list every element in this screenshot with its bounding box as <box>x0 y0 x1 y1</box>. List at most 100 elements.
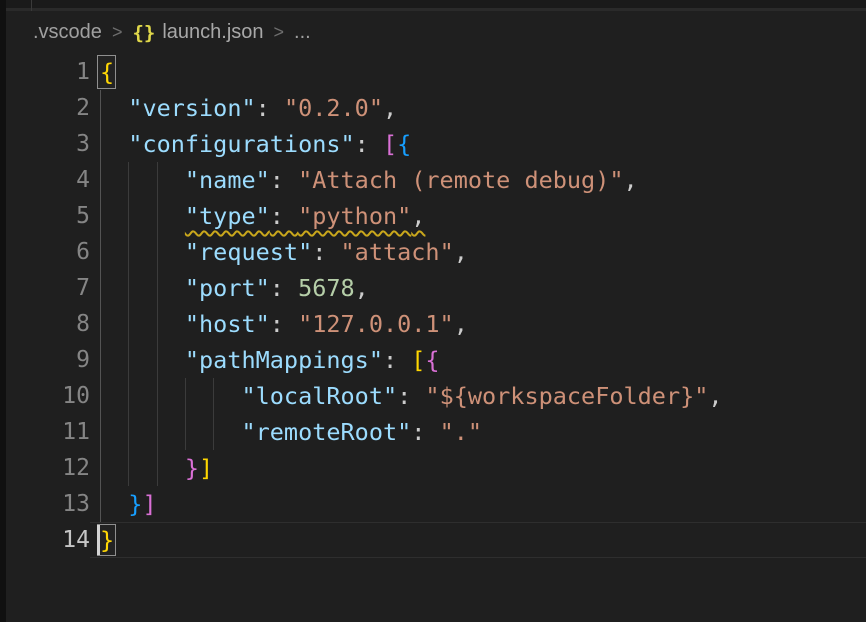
code-token: , <box>708 382 722 410</box>
code-token: 5678 <box>298 274 355 302</box>
indent-guide <box>157 342 158 378</box>
code-line-content: "pathMappings": [{ <box>90 342 866 378</box>
window-left-edge <box>0 0 6 622</box>
code-token: } <box>128 490 142 518</box>
code-token <box>100 490 128 518</box>
code-token: "Attach (remote debug)" <box>298 166 623 194</box>
code-line-content: }] <box>90 450 866 486</box>
code-token: "version" <box>128 94 255 122</box>
code-token: [ <box>411 346 425 374</box>
code-token: ] <box>199 454 213 482</box>
code-token: , <box>411 202 425 230</box>
indent-guide <box>100 198 101 234</box>
code-token: "localRoot" <box>241 382 397 410</box>
code-line[interactable]: 8 "host": "127.0.0.1", <box>6 306 866 342</box>
code-token: "host" <box>185 310 270 338</box>
code-line[interactable]: 9 "pathMappings": [{ <box>6 342 866 378</box>
text-cursor <box>97 525 100 555</box>
code-line[interactable]: 6 "request": "attach", <box>6 234 866 270</box>
indent-guide <box>185 414 186 450</box>
code-token: } <box>185 454 199 482</box>
indent-guide <box>100 342 101 378</box>
line-number[interactable]: 13 <box>6 486 90 522</box>
line-number[interactable]: 8 <box>6 306 90 342</box>
code-token: : <box>312 238 340 266</box>
code-token: ] <box>142 490 156 518</box>
code-line-content: "name": "Attach (remote debug)", <box>90 162 866 198</box>
code-token <box>100 202 185 230</box>
code-token: : <box>270 310 298 338</box>
indent-guide <box>128 450 129 486</box>
code-token: "${workspaceFolder}" <box>425 382 708 410</box>
line-number[interactable]: 7 <box>6 270 90 306</box>
breadcrumb-folder[interactable]: .vscode <box>33 21 102 44</box>
indent-guide <box>213 378 214 414</box>
code-token: "type" <box>185 202 270 230</box>
indent-guide <box>157 306 158 342</box>
code-token: [ <box>383 130 397 158</box>
json-file-icon: {} <box>132 22 155 44</box>
line-number[interactable]: 4 <box>6 162 90 198</box>
line-number[interactable]: 9 <box>6 342 90 378</box>
line-number[interactable]: 2 <box>6 90 90 126</box>
breadcrumb-file[interactable]: {} launch.json <box>132 21 263 44</box>
code-line[interactable]: 14} <box>6 522 866 558</box>
line-number[interactable]: 1 <box>6 54 90 90</box>
code-line-content: } <box>90 522 866 558</box>
code-line[interactable]: 11 "remoteRoot": "." <box>6 414 866 450</box>
indent-guide <box>157 378 158 414</box>
indent-guide <box>100 126 101 162</box>
line-number[interactable]: 3 <box>6 126 90 162</box>
tab-bar-edge <box>0 0 866 11</box>
code-line-content: "type": "python", <box>90 198 866 234</box>
chevron-right-icon: > <box>112 22 123 43</box>
breadcrumb-file-label: launch.json <box>162 21 263 44</box>
code-token <box>100 274 185 302</box>
code-token: "remoteRoot" <box>241 418 411 446</box>
breadcrumb-symbol-more[interactable]: ... <box>294 21 311 44</box>
line-number[interactable]: 12 <box>6 450 90 486</box>
code-line[interactable]: 10 "localRoot": "${workspaceFolder}", <box>6 378 866 414</box>
line-number[interactable]: 6 <box>6 234 90 270</box>
code-line[interactable]: 4 "name": "Attach (remote debug)", <box>6 162 866 198</box>
line-number[interactable]: 14 <box>6 522 90 558</box>
code-line-content: "port": 5678, <box>90 270 866 306</box>
code-token <box>100 418 241 446</box>
indent-guide <box>157 162 158 198</box>
code-line[interactable]: 12 }] <box>6 450 866 486</box>
code-token: , <box>383 94 397 122</box>
code-line-content: "version": "0.2.0", <box>90 90 866 126</box>
indent-guide <box>128 198 129 234</box>
code-token: : <box>256 94 284 122</box>
code-token <box>100 166 185 194</box>
code-token: "request" <box>185 238 312 266</box>
code-token: , <box>624 166 638 194</box>
indent-guide <box>128 414 129 450</box>
indent-guide <box>100 486 101 522</box>
code-token: "0.2.0" <box>284 94 383 122</box>
code-line[interactable]: 3 "configurations": [{ <box>6 126 866 162</box>
code-line[interactable]: 2 "version": "0.2.0", <box>6 90 866 126</box>
indent-guide <box>100 306 101 342</box>
code-token: { <box>425 346 439 374</box>
bracket-match: { <box>100 54 114 90</box>
indent-guide <box>213 414 214 450</box>
code-token <box>100 346 185 374</box>
indent-guide <box>157 450 158 486</box>
indent-guide <box>157 270 158 306</box>
line-number[interactable]: 11 <box>6 414 90 450</box>
code-line[interactable]: 5 "type": "python", <box>6 198 866 234</box>
code-token: "name" <box>185 166 270 194</box>
code-line-content: "localRoot": "${workspaceFolder}", <box>90 378 866 414</box>
breadcrumb: .vscode > {} launch.json > ... <box>0 11 866 54</box>
code-line[interactable]: 1{ <box>6 54 866 90</box>
code-token <box>100 238 185 266</box>
code-line[interactable]: 7 "port": 5678, <box>6 270 866 306</box>
code-line[interactable]: 13 }] <box>6 486 866 522</box>
indent-guide <box>185 378 186 414</box>
line-number[interactable]: 10 <box>6 378 90 414</box>
line-number[interactable]: 5 <box>6 198 90 234</box>
code-editor[interactable]: 1{2 "version": "0.2.0",3 "configurations… <box>0 54 866 558</box>
code-line-content: }] <box>90 486 866 522</box>
indent-guide <box>157 198 158 234</box>
